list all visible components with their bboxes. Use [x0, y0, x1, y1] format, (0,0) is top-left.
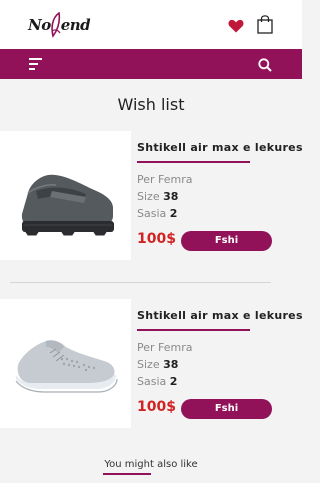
product-name[interactable]: Shtikell air max e lekures: [137, 141, 303, 154]
page-title: Wish list: [117, 95, 185, 114]
product-price: 100$: [137, 231, 176, 247]
size-label: Size: [137, 190, 160, 203]
product-name[interactable]: Shtikell air max e lekures: [137, 309, 303, 322]
product-name-underline: [137, 329, 250, 331]
brand-logo[interactable]: No end: [28, 12, 91, 38]
heart-icon[interactable]: [228, 18, 244, 33]
product-image-sneaker[interactable]: [0, 299, 131, 428]
logo-text-left: No: [28, 16, 51, 34]
product-quantity: Sasia 2: [137, 375, 177, 388]
logo-text-right: end: [60, 16, 91, 34]
recommendations-underline: [103, 473, 151, 475]
product-size: Size 38: [137, 358, 178, 371]
qty-label: Sasia: [137, 207, 167, 220]
logo-mark-icon: [50, 12, 62, 38]
qty-value: 2: [169, 207, 178, 220]
divider: [10, 282, 271, 283]
size-value: 38: [163, 358, 179, 371]
product-price: 100$: [137, 399, 176, 415]
size-value: 38: [163, 190, 179, 203]
menu-icon[interactable]: [29, 58, 42, 70]
qty-label: Sasia: [137, 375, 167, 388]
product-quantity: Sasia 2: [137, 207, 177, 220]
product-size: Size 38: [137, 190, 178, 203]
product-image-loafer[interactable]: [0, 131, 131, 260]
product-gender: Per Femra: [137, 341, 193, 354]
recommendations-title: You might also like: [104, 459, 198, 470]
remove-button[interactable]: Fshi: [181, 231, 272, 251]
qty-value: 2: [169, 375, 178, 388]
top-bar: No end: [0, 0, 302, 49]
product-name-underline: [137, 161, 250, 163]
shopping-bag-icon[interactable]: [257, 14, 273, 34]
remove-button[interactable]: Fshi: [181, 399, 272, 419]
nav-bar: [0, 49, 302, 79]
size-label: Size: [137, 358, 160, 371]
search-icon[interactable]: [258, 57, 272, 72]
product-gender: Per Femra: [137, 173, 193, 186]
